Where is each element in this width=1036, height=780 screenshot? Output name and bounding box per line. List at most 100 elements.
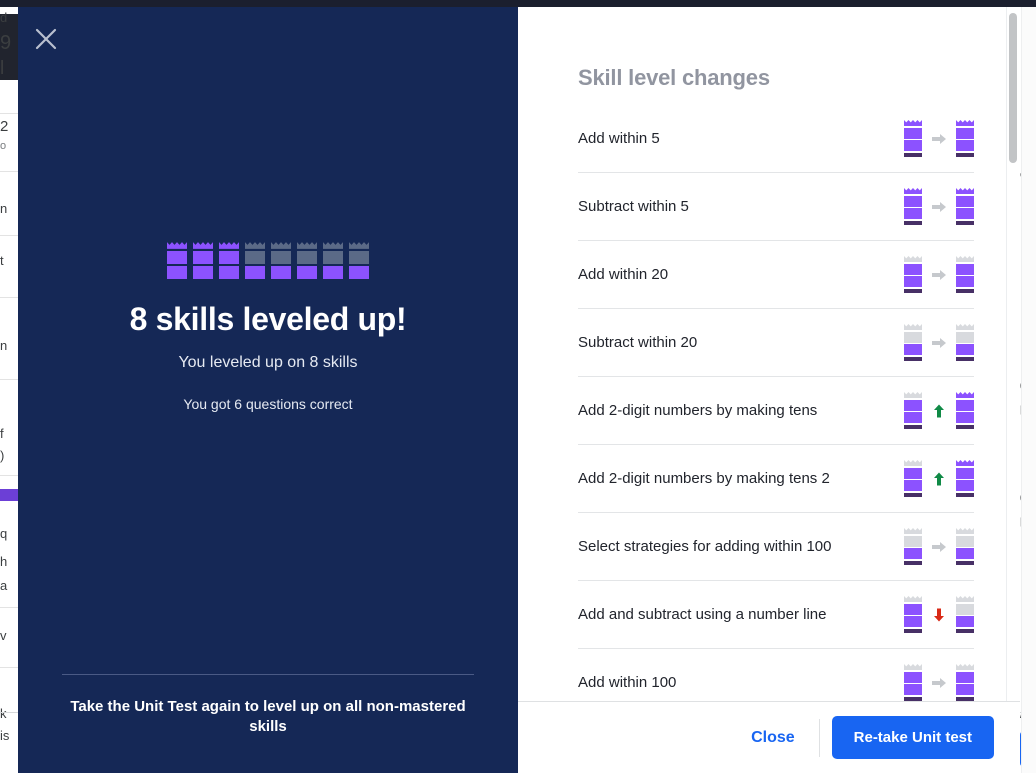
crown-icon xyxy=(956,664,974,701)
arrow-right-icon xyxy=(931,539,947,555)
crown-icon xyxy=(956,324,974,361)
skill-level-change xyxy=(904,188,974,225)
scrollbar-thumb[interactable] xyxy=(1009,13,1017,163)
skill-level-change xyxy=(904,528,974,565)
crown-icon xyxy=(323,242,343,279)
page-scrollbar-track[interactable] xyxy=(1021,7,1036,773)
skill-level-change xyxy=(904,256,974,293)
crown-icon xyxy=(956,188,974,225)
bg-fragment: ) xyxy=(0,448,5,463)
crown-icon xyxy=(904,596,922,633)
bg-fragment: 2 xyxy=(0,118,9,135)
skill-name: Subtract within 5 xyxy=(578,198,689,215)
celebration-panel: 8 skills leveled up! You leveled up on 8… xyxy=(18,7,518,773)
skill-name: Select strategies for adding within 100 xyxy=(578,538,832,555)
skill-row: Select strategies for adding within 100 xyxy=(578,513,974,581)
bg-fragment: t xyxy=(0,253,4,268)
crown-icon xyxy=(904,324,922,361)
skill-name: Add and subtract using a number line xyxy=(578,606,827,623)
crown-icon xyxy=(956,596,974,633)
page-title: 8 skills leveled up! xyxy=(129,301,407,337)
background-left-column: d 9 l 2 o n t n f ) q h a v k is xyxy=(0,7,20,780)
bg-fragment: a xyxy=(0,578,8,593)
crown-icon xyxy=(904,392,922,429)
skill-changes-panel: Skill level changes Add within 5 Subtract… xyxy=(518,7,1020,773)
skill-row: Add within 5 xyxy=(578,105,974,173)
crown-icon xyxy=(349,242,369,279)
bg-fragment: d xyxy=(0,10,8,25)
skill-level-change xyxy=(904,596,974,633)
bg-fragment: 9 xyxy=(0,32,12,54)
bg-fragment: f xyxy=(0,426,4,441)
crown-icon xyxy=(219,242,239,279)
browser-top-strip xyxy=(0,0,1036,7)
scrollbar-track[interactable] xyxy=(1006,7,1020,701)
skill-level-changes-modal: 8 skills leveled up! You leveled up on 8… xyxy=(18,7,1020,773)
skill-row: Add 2-digit numbers by making tens xyxy=(578,377,974,445)
arrow-right-icon xyxy=(931,131,947,147)
crown-icon xyxy=(167,242,187,279)
skill-changes-list: Add within 5 Subtract within 5 Add within … xyxy=(578,105,974,701)
arrow-right-icon xyxy=(931,335,947,351)
crown-icon xyxy=(904,188,922,225)
skill-row: Add within 100 xyxy=(578,649,974,701)
arrow-down-icon xyxy=(931,607,947,623)
crown-progress-row xyxy=(167,242,369,279)
crown-icon xyxy=(956,528,974,565)
background-purple-bar xyxy=(0,489,20,501)
crown-icon xyxy=(193,242,213,279)
bg-fragment: h xyxy=(0,554,8,569)
skill-row: Add within 20 xyxy=(578,241,974,309)
modal-footer: Close Re-take Unit test xyxy=(518,701,1020,773)
skill-row: Subtract within 20 xyxy=(578,309,974,377)
celebration-footer: Take the Unit Test again to level up on … xyxy=(18,673,518,738)
skill-row: Add and subtract using a number line xyxy=(578,581,974,649)
crown-icon xyxy=(245,242,265,279)
arrow-right-icon xyxy=(931,675,947,691)
close-button[interactable]: Close xyxy=(733,719,813,757)
crown-icon xyxy=(904,460,922,497)
skill-changes-scroll-area[interactable]: Skill level changes Add within 5 Subtract… xyxy=(518,7,1020,701)
crown-icon xyxy=(904,528,922,565)
arrow-right-icon xyxy=(931,199,947,215)
bg-fragment: n xyxy=(0,201,8,216)
bg-fragment: is xyxy=(0,728,10,743)
retake-unit-test-button[interactable]: Re-take Unit test xyxy=(831,716,994,759)
skill-row: Add 2-digit numbers by making tens 2 xyxy=(578,445,974,513)
crown-icon xyxy=(956,392,974,429)
footer-divider xyxy=(818,718,820,757)
skill-level-change xyxy=(904,460,974,497)
bg-fragment: o xyxy=(0,140,7,152)
skill-name: Add within 20 xyxy=(578,266,669,283)
bg-fragment: n xyxy=(0,338,8,353)
skill-level-change xyxy=(904,392,974,429)
skill-level-change xyxy=(904,120,974,157)
skill-row: Subtract within 5 xyxy=(578,173,974,241)
skill-name: Subtract within 20 xyxy=(578,334,698,351)
crown-icon xyxy=(904,664,922,701)
skill-name: Add within 100 xyxy=(578,674,677,691)
skill-level-change xyxy=(904,324,974,361)
bg-fragment: l xyxy=(0,58,5,79)
crown-icon xyxy=(271,242,291,279)
skill-name: Add 2-digit numbers by making tens xyxy=(578,402,818,419)
crown-icon xyxy=(956,120,974,157)
divider xyxy=(62,673,474,675)
skill-level-change xyxy=(904,664,974,701)
skill-name: Add within 5 xyxy=(578,130,660,147)
skill-name: Add 2-digit numbers by making tens 2 xyxy=(578,470,830,487)
bg-fragment: q xyxy=(0,526,8,541)
arrow-up-icon xyxy=(931,471,947,487)
skill-changes-title: Skill level changes xyxy=(578,65,770,90)
subtitle-leveled-up: You leveled up on 8 skills xyxy=(178,354,358,371)
bg-fragment: k xyxy=(0,706,7,721)
bg-fragment: v xyxy=(0,628,7,643)
crown-icon xyxy=(904,256,922,293)
crown-icon xyxy=(956,460,974,497)
crown-icon xyxy=(297,242,317,279)
crown-icon xyxy=(904,120,922,157)
celebration-content: 8 skills leveled up! You leveled up on 8… xyxy=(18,7,518,647)
crown-icon xyxy=(956,256,974,293)
retake-cta-text: Take the Unit Test again to level up on … xyxy=(70,697,466,735)
arrow-right-icon xyxy=(931,267,947,283)
